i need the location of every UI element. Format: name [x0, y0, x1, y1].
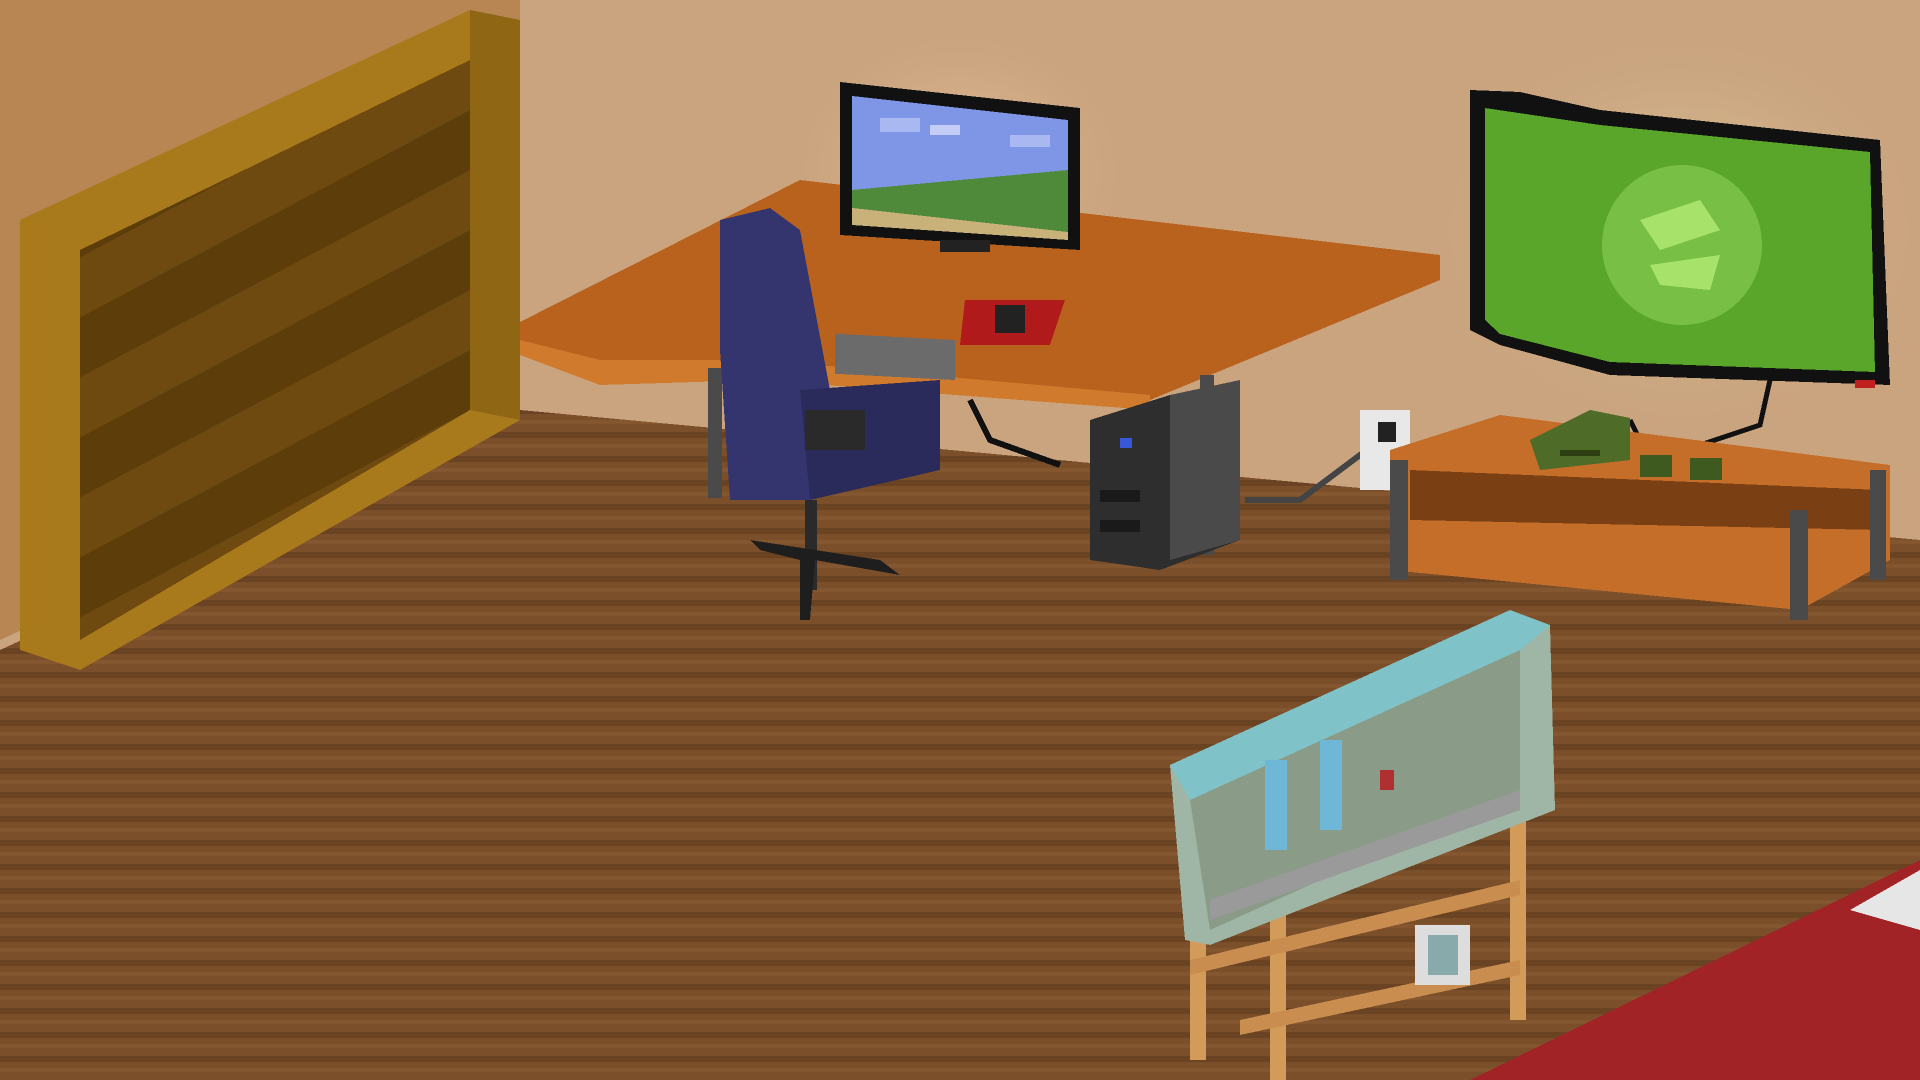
mug-icon [1415, 925, 1470, 985]
tv-power-led [1855, 380, 1875, 388]
desk-monitor[interactable] [840, 82, 1080, 252]
room-scene [0, 0, 1920, 1080]
room-canvas [0, 0, 1920, 1080]
wall-tv[interactable] [1470, 90, 1890, 388]
power-led [1120, 438, 1132, 448]
recycle-logo-icon [1602, 165, 1762, 325]
keyboard[interactable] [835, 333, 955, 381]
mouse[interactable] [995, 305, 1025, 333]
